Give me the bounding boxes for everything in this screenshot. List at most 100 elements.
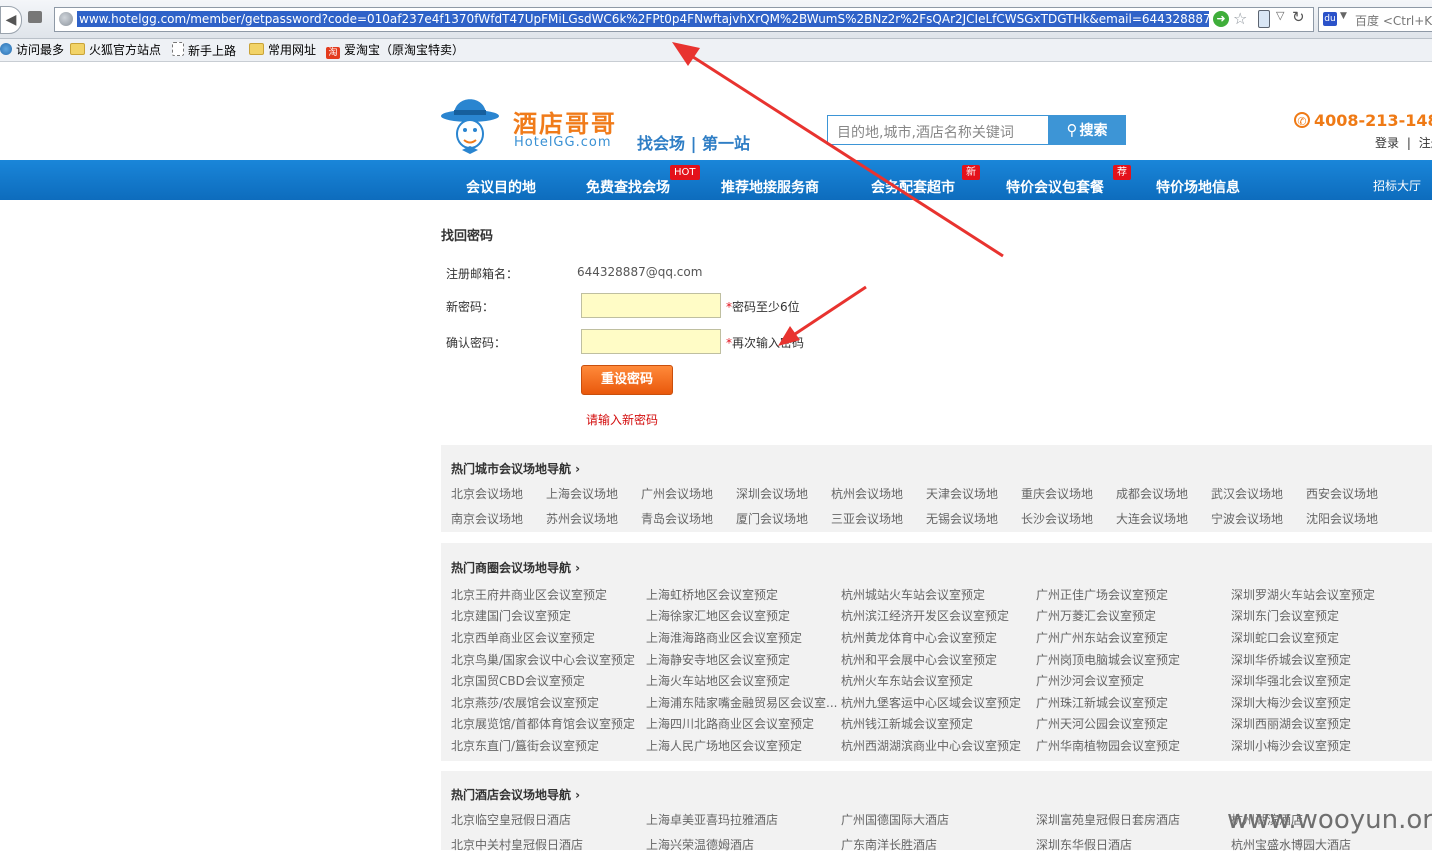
district-link[interactable]: 北京建国门会议室预定 (451, 607, 571, 624)
url-text[interactable]: www.hotelgg.com/member/getpassword?code=… (77, 11, 1209, 27)
nav-free-venue-search[interactable]: 免费查找会场 (586, 177, 670, 197)
district-link[interactable]: 北京鸟巢/国家会议中心会议室预定 (451, 651, 635, 668)
district-link[interactable]: 上海四川北路商业区会议室预定 (646, 715, 814, 732)
hotel-link[interactable]: 北京中关村皇冠假日酒店 (451, 836, 583, 853)
city-link[interactable]: 厦门会议场地 (736, 510, 808, 527)
district-link[interactable]: 深圳东门会议室预定 (1231, 607, 1339, 624)
nav-conference-supermarket[interactable]: 会务配套超市 (871, 177, 955, 197)
city-link[interactable]: 重庆会议场地 (1021, 485, 1093, 502)
reload-icon[interactable]: ↻ (1292, 8, 1305, 26)
district-link[interactable]: 上海火车站地区会议室预定 (646, 672, 790, 689)
nav-special-packages[interactable]: 特价会议包套餐 (1006, 177, 1104, 197)
district-link[interactable]: 深圳大梅沙会议室预定 (1231, 694, 1351, 711)
hotel-link[interactable]: 广东南洋长胜酒店 (841, 836, 937, 853)
city-link[interactable]: 天津会议场地 (926, 485, 998, 502)
city-link[interactable]: 深圳会议场地 (736, 485, 808, 502)
district-link[interactable]: 杭州九堡客运中心区域会议室预定 (841, 694, 1021, 711)
district-link[interactable]: 上海浦东陆家嘴金融贸易区会议室... (646, 694, 837, 711)
city-link[interactable]: 沈阳会议场地 (1306, 510, 1378, 527)
city-link[interactable]: 长沙会议场地 (1021, 510, 1093, 527)
search-engine-icon[interactable]: du (1323, 12, 1337, 26)
city-link[interactable]: 宁波会议场地 (1211, 510, 1283, 527)
district-link[interactable]: 杭州黄龙体育中心会议室预定 (841, 629, 997, 646)
city-link[interactable]: 苏州会议场地 (546, 510, 618, 527)
district-link[interactable]: 杭州滨江经济开发区会议室预定 (841, 607, 1009, 624)
district-link[interactable]: 深圳华强北会议室预定 (1231, 672, 1351, 689)
district-link[interactable]: 上海虹桥地区会议室预定 (646, 586, 778, 603)
bookmark-most-visited[interactable]: 访问最多 (0, 42, 64, 58)
city-link[interactable]: 广州会议场地 (641, 485, 713, 502)
city-link[interactable]: 北京会议场地 (451, 485, 523, 502)
back-button[interactable]: ◀ (0, 6, 22, 34)
site-search-button[interactable]: ⚲ 搜索 (1048, 115, 1126, 145)
district-link[interactable]: 北京国贸CBD会议室预定 (451, 672, 585, 689)
hotel-link[interactable]: 深圳东华假日酒店 (1036, 836, 1132, 853)
city-link[interactable]: 上海会议场地 (546, 485, 618, 502)
district-link[interactable]: 深圳西丽湖会议室预定 (1231, 715, 1351, 732)
search-engine-dropdown-icon[interactable]: ▼ (1340, 11, 1347, 21)
district-link[interactable]: 上海静安寺地区会议室预定 (646, 651, 790, 668)
hotel-link[interactable]: 杭州宝盛水博园大酒店 (1231, 836, 1351, 853)
bookmark-star-icon[interactable]: ☆ (1233, 9, 1247, 28)
nav-local-services[interactable]: 推荐地接服务商 (721, 177, 819, 197)
bookmark-getting-started[interactable]: 新手上路 (172, 42, 236, 58)
district-link[interactable]: 广州岗顶电脑城会议室预定 (1036, 651, 1180, 668)
district-link[interactable]: 深圳罗湖火车站会议室预定 (1231, 586, 1375, 603)
district-link[interactable]: 广州万菱汇会议室预定 (1036, 607, 1156, 624)
city-link[interactable]: 大连会议场地 (1116, 510, 1188, 527)
city-link[interactable]: 三亚会议场地 (831, 510, 903, 527)
district-link[interactable]: 广州华南植物园会议室预定 (1036, 737, 1180, 754)
site-logo[interactable]: 酒店哥哥 HotelGG.com 找会场 | 第一站 (440, 86, 760, 156)
district-link[interactable]: 广州正佳广场会议室预定 (1036, 586, 1168, 603)
district-link[interactable]: 北京王府井商业区会议室预定 (451, 586, 607, 603)
district-link[interactable]: 杭州和平会展中心会议室预定 (841, 651, 997, 668)
hotel-link[interactable]: 广州国德国际大酒店 (841, 811, 949, 828)
district-link[interactable]: 北京西单商业区会议室预定 (451, 629, 595, 646)
city-link[interactable]: 成都会议场地 (1116, 485, 1188, 502)
login-link[interactable]: 登录 (1375, 136, 1399, 150)
district-link[interactable]: 北京展览馆/首都体育馆会议室预定 (451, 715, 635, 732)
mobile-view-icon[interactable] (1258, 10, 1270, 28)
district-link[interactable]: 广州沙河会议室预定 (1036, 672, 1144, 689)
district-link[interactable]: 广州广州东站会议室预定 (1036, 629, 1168, 646)
site-search-input[interactable]: 目的地,城市,酒店名称关键词 (827, 115, 1049, 145)
hot-cities-title[interactable]: 热门城市会议场地导航 › (451, 460, 580, 477)
district-link[interactable]: 深圳小梅沙会议室预定 (1231, 737, 1351, 754)
district-link[interactable]: 上海人民广场地区会议室预定 (646, 737, 802, 754)
browser-search-box[interactable]: du ▼ 百度 <Ctrl+K> (1318, 7, 1432, 32)
district-link[interactable]: 杭州火车东站会议室预定 (841, 672, 973, 689)
district-link[interactable]: 上海淮海路商业区会议室预定 (646, 629, 802, 646)
city-link[interactable]: 青岛会议场地 (641, 510, 713, 527)
bookmark-firefox-site[interactable]: 火狐官方站点 (70, 42, 161, 58)
browser-search-placeholder[interactable]: 百度 <Ctrl+K> (1355, 12, 1432, 29)
hotel-link[interactable]: 北京临空皇冠假日酒店 (451, 811, 571, 828)
city-link[interactable]: 杭州会议场地 (831, 485, 903, 502)
district-link[interactable]: 上海徐家汇地区会议室预定 (646, 607, 790, 624)
district-link[interactable]: 北京燕莎/农展馆会议室预定 (451, 694, 599, 711)
hotel-link[interactable]: 上海兴荣温德姆酒店 (646, 836, 754, 853)
district-link[interactable]: 杭州城站火车站会议室预定 (841, 586, 985, 603)
district-link[interactable]: 北京东直门/簋街会议室预定 (451, 737, 599, 754)
hot-hotels-title[interactable]: 热门酒店会议场地导航 › (451, 786, 580, 803)
history-dropdown-icon[interactable]: ▽ (1276, 9, 1284, 22)
register-link[interactable]: 注册 (1419, 136, 1432, 150)
bookmark-common-sites[interactable]: 常用网址 (249, 42, 316, 58)
district-link[interactable]: 深圳蛇口会议室预定 (1231, 629, 1339, 646)
city-link[interactable]: 南京会议场地 (451, 510, 523, 527)
hot-districts-title[interactable]: 热门商圈会议场地导航 › (451, 559, 580, 576)
nav-tender-hall[interactable]: 招标大厅 (1373, 177, 1421, 194)
district-link[interactable]: 杭州西湖湖滨商业中心会议室预定 (841, 737, 1021, 754)
city-link[interactable]: 武汉会议场地 (1211, 485, 1283, 502)
nav-special-venues[interactable]: 特价场地信息 (1156, 177, 1240, 197)
nav-destinations[interactable]: 会议目的地 (466, 177, 536, 197)
district-link[interactable]: 广州天河公园会议室预定 (1036, 715, 1168, 732)
city-link[interactable]: 西安会议场地 (1306, 485, 1378, 502)
new-password-field[interactable] (581, 293, 721, 318)
go-arrow-icon[interactable]: ➜ (1213, 11, 1229, 27)
address-bar[interactable]: www.hotelgg.com/member/getpassword?code=… (54, 7, 1314, 32)
bookmark-aitaobao[interactable]: 淘爱淘宝（原淘宝特卖） (326, 42, 464, 59)
district-link[interactable]: 广州珠江新城会议室预定 (1036, 694, 1168, 711)
confirm-password-field[interactable] (581, 329, 721, 354)
reset-password-button[interactable]: 重设密码 (581, 365, 673, 395)
hotel-link[interactable]: 上海卓美亚喜玛拉雅酒店 (646, 811, 778, 828)
